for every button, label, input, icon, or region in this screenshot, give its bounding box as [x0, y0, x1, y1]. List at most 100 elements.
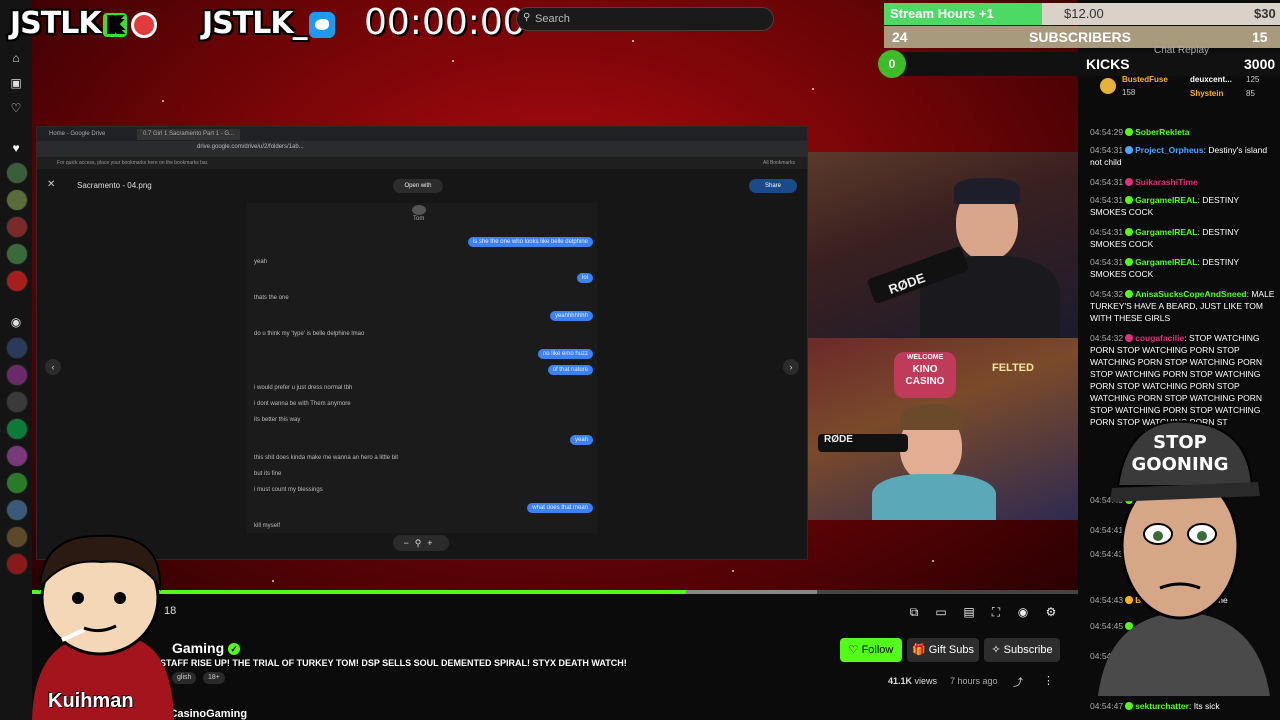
chat-message: 04:54:47 sekturchatter: Its sick — [1090, 700, 1276, 712]
top-gifter-name[interactable]: Shystein — [1190, 89, 1223, 98]
playback-progress-bar[interactable] — [32, 590, 1078, 594]
chat-username[interactable]: GargameIREAL — [1135, 227, 1197, 237]
followed-channel-avatar[interactable] — [6, 243, 28, 265]
chat-cartoon-overlay: STOP GOONING — [1098, 420, 1270, 696]
all-bookmarks: All Bookmarks — [763, 160, 795, 166]
top-gifter-name[interactable]: deuxcent... — [1190, 75, 1232, 84]
top-gifter-badge-icon — [1100, 78, 1116, 94]
followed-channel-avatar[interactable] — [6, 418, 28, 440]
received-message: yeah — [254, 259, 268, 265]
chat-timestamp: 04:54:31 — [1090, 145, 1124, 155]
search-placeholder: Search — [535, 13, 570, 25]
stream-hours-amount: $12.00 — [1064, 6, 1104, 21]
chat-badge-icon — [1125, 146, 1134, 154]
share-button: Share — [749, 179, 797, 193]
chat-badge-icon — [1125, 290, 1134, 298]
stream-hours-goal: Stream Hours +1 $12.00 $30 — [884, 3, 1280, 25]
subscribers-label: SUBSCRIBERS — [1029, 29, 1131, 45]
stream-timer: 00:00:00 — [364, 2, 526, 43]
received-message: do u think my 'type' is belle delphine l… — [254, 331, 365, 337]
top-gifter-count: 158 — [1122, 88, 1136, 97]
share-icon[interactable]: ⤴ — [1013, 674, 1023, 689]
settings-gear-icon[interactable]: ⚙ — [1043, 604, 1059, 620]
received-message: thats the one — [254, 295, 289, 301]
chat-username[interactable]: GargameIREAL — [1135, 257, 1197, 267]
theater-mode-icon[interactable]: ▭ — [933, 604, 949, 620]
received-message: i dont wanna be with Them anymore — [254, 401, 351, 407]
top-gifter-name[interactable]: BustedFuse — [1122, 75, 1168, 84]
sent-message-bubble: yeahhhhhhh — [549, 311, 593, 321]
followed-channel-avatar[interactable] — [6, 364, 28, 386]
chat-username[interactable]: sekturchatter — [1135, 701, 1189, 711]
received-message: but its fine — [254, 471, 282, 477]
kicks-goal: 0 KICKS 3000 — [878, 50, 1280, 78]
welcome-sign: WELCOME KINO CASINO — [894, 352, 956, 398]
kick-handle-banner: JSTLK K — [10, 6, 157, 41]
file-name: Sacramento - 04.png — [77, 181, 152, 190]
fullscreen-icon[interactable]: ⛶ — [988, 604, 1004, 620]
channel-name[interactable]: Gaming ✓ — [172, 640, 241, 656]
chat-text: STOP WATCHING PORN STOP WATCHING PORN ST… — [1090, 333, 1263, 427]
followed-channel-avatar[interactable] — [6, 472, 28, 494]
subscribe-button[interactable]: ✧ Subscribe — [984, 638, 1060, 662]
kicks-current: 0 — [878, 50, 906, 78]
cartoon-name-label: Kuihman — [48, 690, 134, 712]
received-message: its better this way — [254, 417, 301, 423]
browser-tab-bar: Home - Google Drive 0.7 Girl 1 Sacrament… — [37, 127, 807, 141]
close-icon: ✕ — [47, 179, 56, 190]
chat-badge-icon — [1125, 128, 1134, 136]
subscribers-target: 15 — [1252, 29, 1268, 45]
received-message: i must count my blessings — [254, 487, 323, 493]
live-icon[interactable]: ◉ — [8, 314, 24, 330]
playback-speed-icon[interactable]: ◉ — [1015, 604, 1031, 620]
favorites-icon[interactable]: ♥ — [8, 140, 24, 156]
cap-text-line1: STOP — [1153, 432, 1207, 453]
chat-message: 04:54:31 Project_Orpheus: Destiny's islan… — [1090, 144, 1276, 168]
contact-avatar — [412, 205, 426, 215]
chat-badge-icon — [1125, 228, 1134, 236]
chat-message: 04:54:32 AnisaSucksCopeAndSneed: MALE TUR… — [1090, 288, 1276, 324]
followed-channel-avatar[interactable] — [6, 445, 28, 467]
sent-message-bubble: is she the one who looks like belle delp… — [467, 237, 593, 247]
more-options-icon[interactable]: ⋮ — [1043, 674, 1054, 687]
chat-title: Chat Replay — [1154, 45, 1210, 56]
chat-timestamp: 04:54:31 — [1090, 227, 1124, 237]
image-viewer-header: ✕ Sacramento - 04.png Open with Share — [37, 171, 807, 201]
webcam-guest: WELCOME KINO CASINO FELTED RØDE — [808, 338, 1078, 520]
home-icon[interactable]: ⌂ — [8, 50, 24, 66]
chat-username[interactable]: GargameIREAL — [1135, 195, 1197, 205]
bookmarks-hint: For quick access, place your bookmarks h… — [57, 160, 209, 166]
chat-username[interactable]: AnisaSucksCopeAndSneed — [1135, 289, 1246, 299]
followed-channel-avatar[interactable] — [6, 391, 28, 413]
follow-button[interactable]: ♡ Follow — [840, 638, 902, 662]
mature-tag[interactable]: 18+ — [203, 672, 225, 684]
browse-icon[interactable]: ▣ — [8, 75, 24, 91]
clip-icon[interactable]: ⧉ — [906, 604, 922, 620]
stream-title: STAFF RISE UP! THE TRIAL OF TURKEY TOM! … — [160, 658, 627, 668]
followed-channel-avatar[interactable] — [6, 162, 28, 184]
following-icon[interactable]: ♡ — [8, 100, 24, 116]
subscribers-goal: 24 SUBSCRIBERS 15 — [884, 26, 1280, 48]
guest-shirt — [872, 474, 996, 520]
sent-message-bubble: what does that mean — [527, 503, 593, 513]
browser-tab: Home - Google Drive — [49, 131, 106, 137]
sent-message-bubble: of that nature — [547, 365, 593, 375]
received-message: this shit does kinda make me wanna an he… — [254, 455, 399, 461]
followed-channel-avatar[interactable] — [6, 189, 28, 211]
followed-channel-avatar[interactable] — [6, 216, 28, 238]
followed-channel-avatar[interactable] — [6, 270, 28, 292]
chat-username[interactable]: Project_Orpheus — [1135, 145, 1204, 155]
picture-in-picture-icon[interactable]: ▤ — [961, 604, 977, 620]
followed-channel-avatar[interactable] — [6, 499, 28, 521]
kicks-target: 3000 — [1244, 56, 1276, 72]
chat-username[interactable]: SoberRekleta — [1135, 127, 1189, 137]
gift-subs-button[interactable]: 🎁 Gift Subs — [907, 638, 979, 662]
search-icon: ⚲ — [523, 12, 531, 23]
chat-username[interactable]: SuikarashiTime — [1135, 177, 1198, 187]
view-count: 41.1K views — [888, 676, 938, 686]
chat-timestamp: 04:54:32 — [1090, 333, 1124, 343]
chat-username[interactable]: cougafacilie — [1135, 333, 1184, 343]
search-input[interactable]: ⚲ Search — [516, 7, 774, 31]
chat-timestamp: 04:54:47 — [1090, 701, 1124, 711]
followed-channel-avatar[interactable] — [6, 337, 28, 359]
